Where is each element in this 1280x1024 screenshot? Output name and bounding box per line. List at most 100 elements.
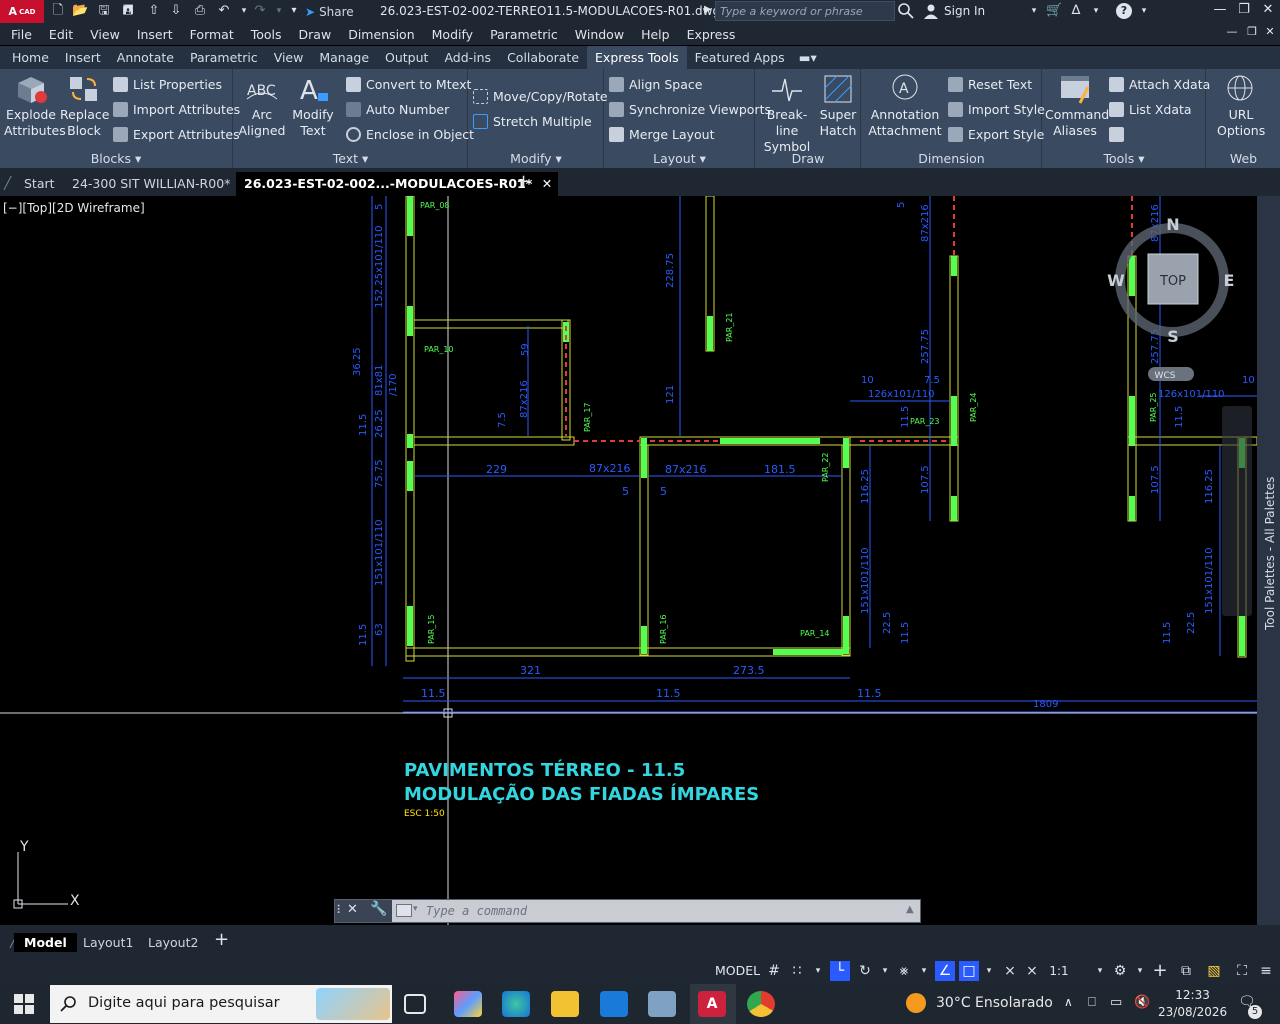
tools-extra-button[interactable] [1109, 127, 1124, 142]
app-logo[interactable]: A CAD [0, 0, 44, 23]
panel-label-modify[interactable]: Modify ▾ [469, 151, 603, 166]
explode-attributes-button[interactable]: Explode Attributes [4, 73, 66, 139]
break-line-symbol-button[interactable]: Break-line Symbol [758, 73, 816, 155]
tray-network-icon[interactable]: ▭ [1110, 995, 1122, 1010]
weather-status[interactable]: 30°C Ensolarado [936, 995, 1053, 1011]
workspace-gear-icon[interactable]: ⚙ [1110, 961, 1130, 981]
tab-collaborate[interactable]: Collaborate [499, 46, 587, 69]
tab-view[interactable]: View [266, 46, 312, 69]
menu-window[interactable]: Window [575, 27, 633, 42]
layout-tab-model[interactable]: Model [14, 933, 77, 952]
cart-icon[interactable]: 🛒 [1046, 3, 1062, 19]
grid-icon[interactable]: # [764, 961, 784, 981]
polar-dropdown-icon[interactable]: ▾ [875, 961, 895, 981]
tab-add-ins[interactable]: Add-ins [436, 46, 499, 69]
scale-dropdown-icon[interactable]: ▾ [1090, 961, 1110, 981]
reset-text-button[interactable]: Reset Text [948, 77, 1032, 92]
url-options-button[interactable]: URL Options [1217, 73, 1265, 139]
file-tab-active[interactable]: 26.023-EST-02-002...-MODULACOES-R01* ✕ [236, 172, 559, 196]
arc-aligned-button[interactable]: ABC Arc Aligned [238, 73, 286, 139]
tray-chevron-up-icon[interactable]: ∧ [1064, 995, 1073, 1009]
menu-view[interactable]: View [90, 27, 129, 42]
floor-plan-drawing[interactable]: 321 273.5 11.5 11.5 11.5 1809 229 87x216… [0, 196, 1257, 925]
new-tab-plus-icon[interactable]: + [516, 171, 531, 192]
panel-label-blocks[interactable]: Blocks ▾ [0, 151, 232, 166]
compass-north[interactable]: N [1166, 215, 1179, 234]
save-as-icon[interactable]: 🖪 [120, 3, 136, 19]
drawing-viewport[interactable]: 321 273.5 11.5 11.5 11.5 1809 229 87x216… [0, 196, 1257, 925]
wcs-menu[interactable]: WCS [1155, 371, 1176, 381]
menu-help[interactable]: Help [641, 27, 679, 42]
outlook-icon[interactable] [600, 991, 628, 1017]
notepad-icon[interactable] [648, 991, 676, 1017]
task-view-icon[interactable] [404, 994, 426, 1014]
help-search-input[interactable]: Type a keyword or phrase [715, 1, 895, 21]
menu-modify[interactable]: Modify [432, 27, 482, 42]
edge-browser-icon[interactable] [502, 991, 530, 1017]
viewcube[interactable]: TOP N S E W WCS [1107, 215, 1234, 381]
chevron-right-icon[interactable]: ▶ [704, 4, 712, 15]
wrench-icon[interactable]: 🔧 [370, 901, 387, 917]
enclose-in-object-button[interactable]: Enclose in Object [346, 127, 474, 142]
snap-icon[interactable]: ∷ [787, 961, 807, 981]
command-aliases-button[interactable]: Command Aliases [1045, 73, 1109, 139]
save-icon[interactable]: 🖫 [96, 3, 112, 19]
snap-dropdown-icon[interactable]: ▾ [808, 961, 828, 981]
new-layout-plus-icon[interactable]: + [214, 929, 229, 950]
stretch-multiple-button[interactable]: Stretch Multiple [473, 114, 592, 129]
layout-tab-layout1[interactable]: Layout1 [73, 933, 143, 952]
export-attributes-button[interactable]: Export Attributes [113, 127, 240, 142]
move-copy-rotate-button[interactable]: Move/Copy/Rotate [473, 89, 608, 104]
annotation-scale[interactable]: 1:1 [1044, 961, 1074, 981]
compass-west[interactable]: W [1107, 271, 1125, 290]
navigation-bar[interactable] [1222, 406, 1252, 616]
file-tab-24-300[interactable]: 24-300 SIT WILLIAN-R00* [64, 172, 238, 196]
merge-layout-button[interactable]: Merge Layout [609, 127, 715, 142]
object-snap-icon[interactable]: □ [959, 961, 979, 981]
compass-east[interactable]: E [1224, 271, 1235, 290]
auto-number-button[interactable]: Auto Number [346, 102, 449, 117]
undo-dropdown-icon[interactable]: ▾ [236, 3, 252, 19]
menu-edit[interactable]: Edit [49, 27, 82, 42]
ortho-icon[interactable]: └ [830, 961, 850, 981]
polar-tracking-icon[interactable]: ↻ [855, 961, 875, 981]
redo-dropdown-icon[interactable]: ▾ [271, 3, 287, 19]
isodraft-dropdown-icon[interactable]: ▾ [914, 961, 934, 981]
workspace-dropdown-icon[interactable]: ▾ [1130, 961, 1150, 981]
customization-menu-icon[interactable]: ≡ [1256, 961, 1276, 981]
import-attributes-button[interactable]: Import Attributes [113, 102, 240, 117]
command-close-icon[interactable]: ✕ [347, 902, 358, 917]
menu-express[interactable]: Express [687, 27, 745, 42]
panel-label-text[interactable]: Text ▾ [234, 151, 467, 166]
open-from-web-icon[interactable]: ⇧ [146, 3, 162, 19]
menu-dimension[interactable]: Dimension [348, 27, 423, 42]
replace-block-button[interactable]: Replace Block [60, 73, 109, 139]
super-hatch-button[interactable]: Super Hatch [818, 73, 858, 139]
convert-to-mtext-button[interactable]: Convert to Mtext [346, 77, 471, 92]
open-folder-icon[interactable]: 📂 [72, 3, 88, 19]
isodraft-icon[interactable]: ⨳ [894, 961, 914, 981]
redo-icon[interactable]: ↷ [252, 3, 268, 19]
tab-featured-apps[interactable]: Featured Apps [687, 46, 793, 69]
copilot-icon[interactable] [454, 991, 482, 1017]
tab-output[interactable]: Output [377, 46, 436, 69]
app-store-dropdown-icon[interactable]: ▾ [1088, 3, 1104, 19]
minimize-icon[interactable]: — [1208, 2, 1232, 20]
undo-icon[interactable]: ↶ [216, 3, 232, 19]
menu-draw[interactable]: Draw [299, 27, 341, 42]
command-history-up-icon[interactable]: ▲ [906, 904, 914, 915]
annotation-autoscale-icon[interactable]: ⨯ [1022, 961, 1042, 981]
customize-quick-access-icon[interactable]: ▾ [286, 3, 302, 19]
restore-icon[interactable]: ❐ [1232, 2, 1256, 20]
windows-start-icon[interactable] [14, 994, 34, 1014]
menu-file[interactable]: File [11, 27, 41, 42]
align-space-button[interactable]: Align Space [609, 77, 702, 92]
file-explorer-icon[interactable] [551, 991, 579, 1017]
menu-insert[interactable]: Insert [137, 27, 182, 42]
taskbar-clock[interactable]: 12:33 23/08/2026 [1158, 987, 1227, 1021]
modify-text-button[interactable]: A Modify Text [290, 73, 336, 139]
command-grip-icon[interactable]: ⠇ [336, 903, 345, 917]
object-snap-dropdown-icon[interactable]: ▾ [979, 961, 999, 981]
save-to-web-icon[interactable]: ⇩ [168, 3, 184, 19]
ribbon-options-icon[interactable]: ▬▾ [793, 46, 825, 69]
